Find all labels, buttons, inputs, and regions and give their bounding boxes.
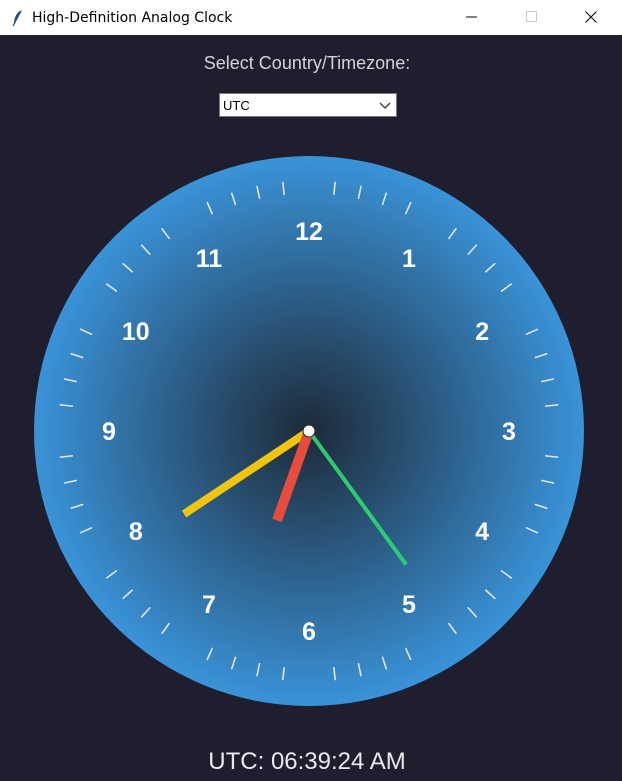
clock-numeral: 7 [202,591,216,619]
clock-numeral: 5 [402,591,416,619]
center-pivot [302,424,316,438]
clock-numeral: 8 [129,518,143,546]
clock-numeral: 10 [122,318,150,346]
digital-time-readout: UTC: 06:39:24 AM [208,748,406,775]
clock-numeral: 12 [295,218,323,246]
clock-numeral: 9 [102,418,116,446]
clock-numeral: 1 [402,245,416,273]
clock-numeral: 3 [502,418,516,446]
clock-numeral: 11 [196,245,223,273]
clock-numeral: 2 [475,318,489,346]
analog-clock: 121234567891011 [34,156,584,706]
clock-numeral: 6 [302,618,316,646]
clock-numeral: 4 [475,518,489,546]
